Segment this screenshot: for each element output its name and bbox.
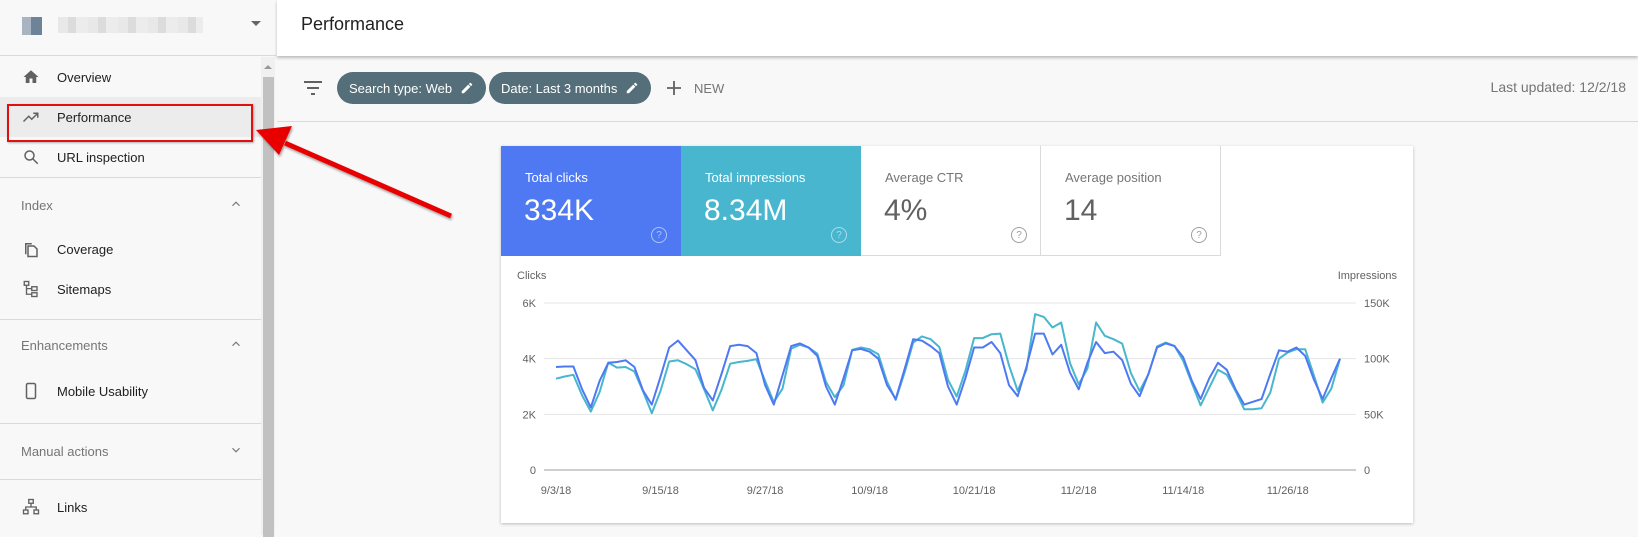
metric-label: Total clicks xyxy=(525,170,588,185)
sidebar-item-label: Coverage xyxy=(57,242,114,257)
section-label: Enhancements xyxy=(21,338,108,353)
help-icon[interactable]: ? xyxy=(831,227,847,243)
metric-label: Total impressions xyxy=(705,170,806,185)
metric-value: 8.34M xyxy=(704,194,788,227)
search-icon xyxy=(24,150,39,165)
section-header-enhancements[interactable]: Enhancements xyxy=(0,319,261,371)
left-axis-title: Clicks xyxy=(517,270,547,282)
metric-label: Average CTR xyxy=(885,170,964,185)
sidebar-item-label: Mobile Usability xyxy=(57,384,149,399)
performance-card: Total clicks 334K ? Total impressions 8.… xyxy=(501,146,1413,523)
property-name-redacted xyxy=(58,17,203,33)
chevron-down-icon[interactable] xyxy=(229,443,243,457)
right-tick-label: 50K xyxy=(1364,409,1384,421)
property-selector[interactable] xyxy=(0,0,276,56)
right-tick-label: 100K xyxy=(1364,354,1390,366)
metric-value: 4% xyxy=(884,194,928,227)
section-header-index[interactable]: Index xyxy=(0,187,261,229)
plus-icon xyxy=(667,81,681,95)
metric-label: Average position xyxy=(1065,170,1162,185)
sidebar-item-overview[interactable]: Overview xyxy=(0,57,261,97)
new-filter-button[interactable]: NEW xyxy=(666,72,724,104)
property-logo xyxy=(22,17,42,35)
x-tick-label: 9/27/18 xyxy=(747,485,784,497)
dropdown-caret-icon[interactable] xyxy=(251,21,261,26)
metric-tile-total-clicks[interactable]: Total clicks 334K ? xyxy=(501,146,681,256)
metric-tile-total-impressions[interactable]: Total impressions 8.34M ? xyxy=(681,146,861,256)
left-tick-label: 6K xyxy=(523,298,537,310)
edit-pencil-icon[interactable] xyxy=(625,81,639,95)
coverage-icon xyxy=(25,243,38,258)
phone-icon xyxy=(25,382,37,400)
scroll-up-arrow-icon[interactable] xyxy=(264,65,272,69)
section-label: Index xyxy=(21,198,53,213)
search-type-chip[interactable]: Search type: Web xyxy=(337,72,487,104)
series-line-impressions xyxy=(555,313,1341,415)
chevron-up-icon[interactable] xyxy=(229,197,243,211)
last-updated-text: Last updated: 12/2/18 xyxy=(1490,79,1626,95)
metric-value: 334K xyxy=(524,194,595,227)
help-icon[interactable]: ? xyxy=(1191,227,1207,243)
x-tick-label: 11/14/18 xyxy=(1162,485,1204,497)
date-range-chip[interactable]: Date: Last 3 months xyxy=(489,72,652,104)
page-header: Performance xyxy=(277,0,1638,56)
chevron-up-icon[interactable] xyxy=(229,337,243,351)
chip-label: Date: Last 3 months xyxy=(501,80,618,96)
divider xyxy=(0,177,261,187)
x-tick-label: 9/15/18 xyxy=(642,485,679,497)
filter-toolbar: Search type: Web Date: Last 3 months NEW… xyxy=(277,58,1638,122)
help-icon[interactable]: ? xyxy=(1011,227,1027,243)
sitemap-icon xyxy=(23,280,38,298)
links-icon xyxy=(22,498,40,515)
right-tick-label: 150K xyxy=(1364,298,1390,310)
filter-icon[interactable] xyxy=(303,80,323,96)
sidebar: Overview Performance URL inspection Inde… xyxy=(0,0,276,535)
section-label: Manual actions xyxy=(21,444,109,459)
divider xyxy=(0,479,261,480)
left-tick-label: 0 xyxy=(530,465,536,477)
metric-tile-average-ctr[interactable]: Average CTR 4% ? xyxy=(861,146,1041,256)
metric-value: 14 xyxy=(1064,194,1098,227)
x-tick-label: 11/26/18 xyxy=(1267,485,1309,497)
sidebar-item-label: Overview xyxy=(57,70,112,85)
section-header-manual-actions[interactable]: Manual actions xyxy=(0,423,261,479)
x-tick-label: 11/2/18 xyxy=(1061,485,1097,497)
sidebar-item-label: Links xyxy=(57,500,88,515)
sidebar-item-url-inspection[interactable]: URL inspection xyxy=(0,137,261,177)
edit-pencil-icon[interactable] xyxy=(460,81,474,95)
left-tick-label: 4K xyxy=(523,354,537,366)
x-tick-label: 10/9/18 xyxy=(851,485,888,497)
x-tick-label: 10/21/18 xyxy=(953,485,996,497)
series-line-clicks xyxy=(555,332,1341,409)
sidebar-item-label: URL inspection xyxy=(57,150,145,165)
scrollbar-thumb[interactable] xyxy=(263,77,274,537)
sidebar-scrollbar[interactable] xyxy=(261,57,275,537)
help-icon[interactable]: ? xyxy=(651,227,667,243)
chip-label: Search type: Web xyxy=(349,80,453,96)
right-tick-label: 0 xyxy=(1364,465,1370,477)
red-arrow-annotation xyxy=(256,126,453,219)
sidebar-item-links[interactable]: Links xyxy=(0,487,261,527)
sidebar-item-sitemaps[interactable]: Sitemaps xyxy=(0,269,261,309)
metric-tile-average-position[interactable]: Average position 14 ? xyxy=(1041,146,1221,256)
x-tick-label: 9/3/18 xyxy=(541,485,572,497)
red-highlight-box xyxy=(7,104,253,142)
home-icon xyxy=(23,70,39,83)
sidebar-item-label: Sitemaps xyxy=(57,282,112,297)
sidebar-item-coverage[interactable]: Coverage xyxy=(0,229,261,269)
sidebar-item-mobile-usability[interactable]: Mobile Usability xyxy=(0,371,261,411)
left-tick-label: 2K xyxy=(523,409,537,421)
right-axis-title: Impressions xyxy=(1338,270,1398,282)
page-title: Performance xyxy=(301,14,405,34)
new-label: NEW xyxy=(694,80,725,96)
performance-line-chart: Clicks Impressions 0 0 2K 50K 4K 100K 6K 150K 9… xyxy=(517,270,1398,497)
